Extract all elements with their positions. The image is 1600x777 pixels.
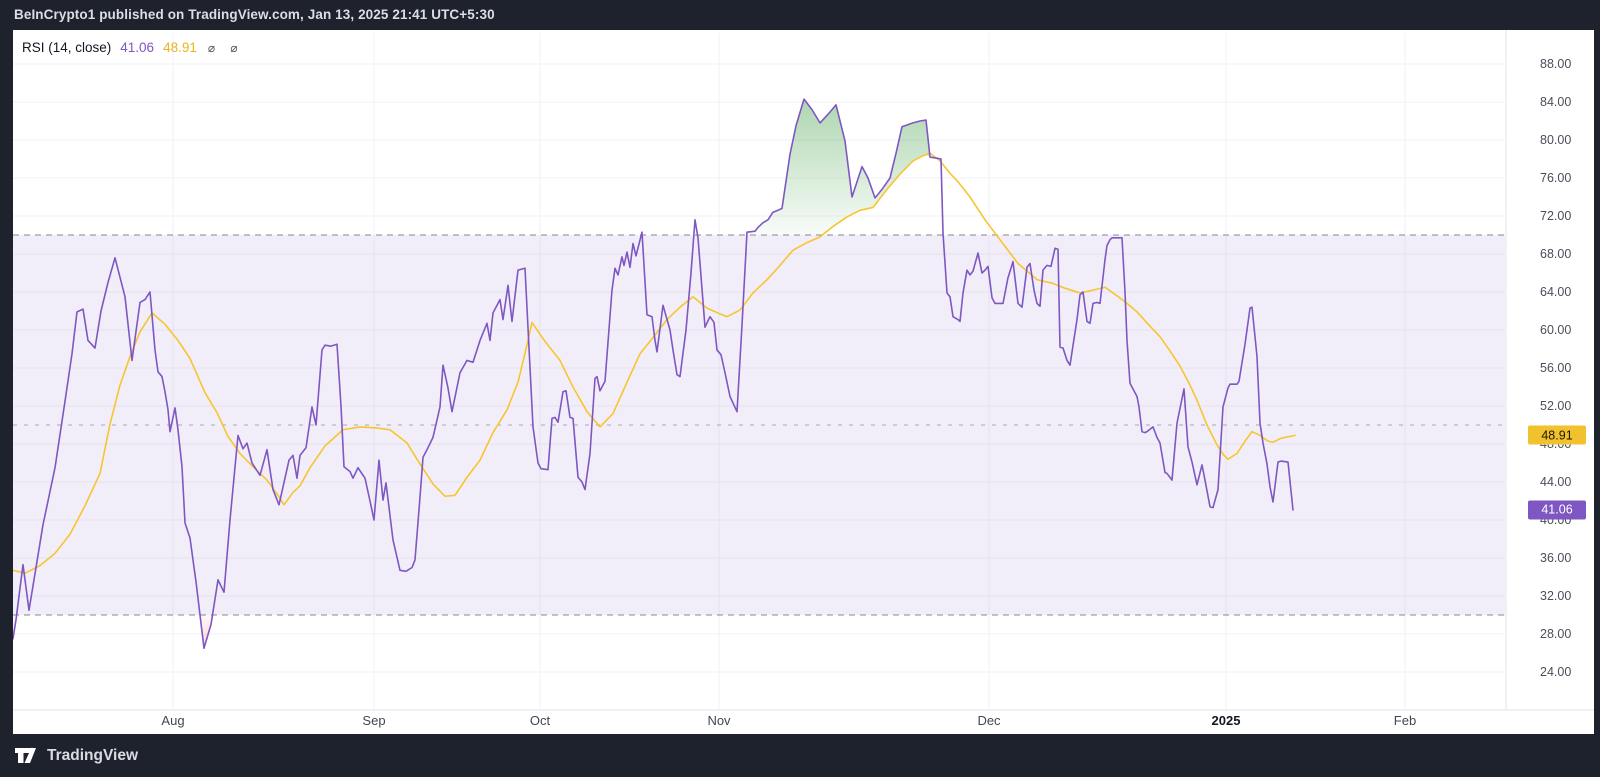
indicator-legend: RSI (14, close) 41.06 48.91 ⌀ ⌀ <box>22 40 244 55</box>
hidden-values-icon[interactable]: ⌀ ⌀ <box>208 41 244 55</box>
y-axis-tick-label: 88.00 <box>1540 57 1572 71</box>
rsi-plot-area[interactable] <box>13 30 1594 734</box>
x-axis-month-label: Dec <box>977 713 1001 728</box>
y-axis-tick-label: 68.00 <box>1540 247 1572 261</box>
x-axis-month-label: Sep <box>362 713 386 728</box>
publish-banner: BeInCrypto1 published on TradingView.com… <box>0 0 1600 30</box>
indicator-title: RSI (14, close) <box>22 40 112 55</box>
chart-panel[interactable]: RSI (14, close) 41.06 48.91 ⌀ ⌀ 88.00 84.… <box>13 30 1594 734</box>
x-axis-month-label: Feb <box>1393 713 1417 728</box>
y-axis-tick-label: 52.00 <box>1540 399 1572 413</box>
y-axis-tick-label: 72.00 <box>1540 209 1572 223</box>
x-axis-month-label: Aug <box>161 713 185 728</box>
ma-last-value: 48.91 <box>163 40 197 55</box>
footer-bar: TradingView <box>0 734 1600 777</box>
tradingview-published-chart: BeInCrypto1 published on TradingView.com… <box>0 0 1600 777</box>
y-axis-tick-label: 80.00 <box>1540 133 1572 147</box>
y-axis-tick-label: 24.00 <box>1540 665 1572 679</box>
y-axis-tick-label: 76.00 <box>1540 171 1572 185</box>
y-axis-tick-label: 32.00 <box>1540 589 1572 603</box>
y-axis-tick-label: 60.00 <box>1540 323 1572 337</box>
price-badge: 41.06 <box>1528 500 1586 520</box>
tradingview-logo-icon[interactable] <box>14 745 40 767</box>
x-axis-month-label: Oct <box>529 713 551 728</box>
y-axis-tick-label: 84.00 <box>1540 95 1572 109</box>
y-axis-tick-label: 44.00 <box>1540 475 1572 489</box>
publish-banner-text: BeInCrypto1 published on TradingView.com… <box>14 7 495 22</box>
y-axis-tick-label: 56.00 <box>1540 361 1572 375</box>
y-axis-tick-label: 36.00 <box>1540 551 1572 565</box>
y-axis-tick-label: 64.00 <box>1540 285 1572 299</box>
price-badge: 48.91 <box>1528 425 1586 445</box>
y-axis-tick-label: 28.00 <box>1540 627 1572 641</box>
rsi-last-value: 41.06 <box>120 40 155 55</box>
x-axis-month-label: Nov <box>707 713 731 728</box>
tradingview-wordmark[interactable]: TradingView <box>47 747 138 765</box>
x-axis-month-label: 2025 <box>1211 713 1241 728</box>
